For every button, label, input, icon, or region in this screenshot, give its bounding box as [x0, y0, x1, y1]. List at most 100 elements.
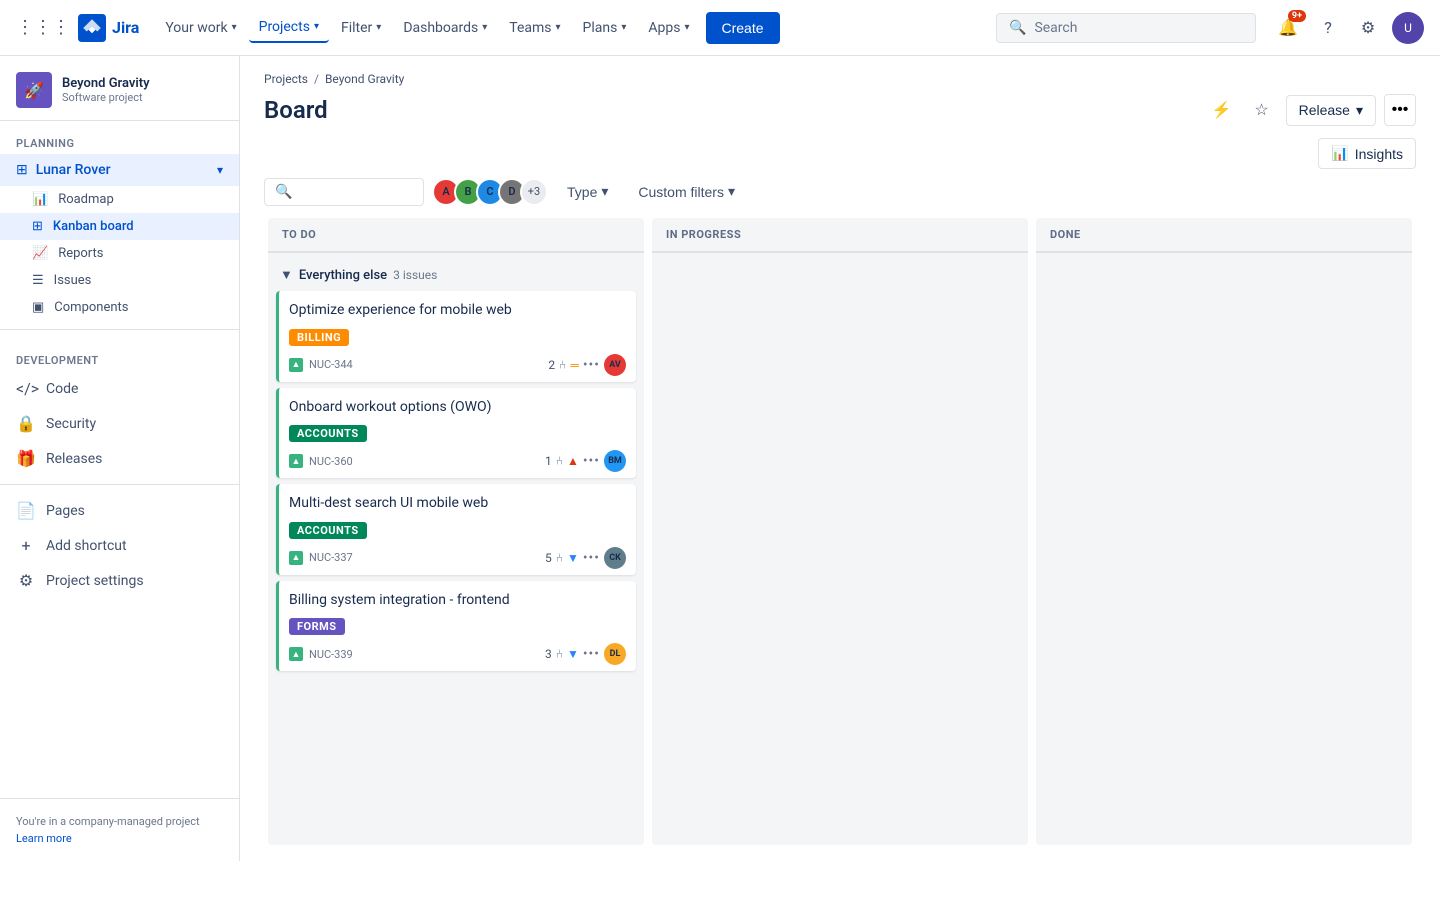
more-options-icon[interactable]: •••: [583, 550, 600, 566]
card-meta: 2 ⑃ ═ ••• AV: [548, 354, 626, 376]
avatar-count[interactable]: +3: [520, 178, 548, 206]
board-card-1[interactable]: Optimize experience for mobile web BILLI…: [276, 291, 636, 382]
issue-icon: ▲: [289, 551, 303, 565]
insights-button[interactable]: 📊 Insights: [1318, 138, 1416, 169]
more-options-button[interactable]: •••: [1384, 94, 1416, 126]
sidebar-item-roadmap[interactable]: 📊 Roadmap: [0, 186, 239, 213]
card-avatar: BM: [604, 450, 626, 472]
done-column-header: DONE: [1036, 218, 1412, 253]
card-id: NUC-344: [309, 358, 353, 371]
search-placeholder: Search: [1034, 20, 1077, 36]
custom-filters-label: Custom filters: [638, 184, 724, 200]
priority-icon: ▼: [567, 647, 579, 661]
help-button[interactable]: ?: [1312, 12, 1344, 44]
release-button[interactable]: Release ▾: [1286, 95, 1376, 126]
project-header: 🚀 Beyond Gravity Software project: [0, 56, 239, 121]
project-name[interactable]: Beyond Gravity: [62, 76, 150, 91]
code-label: Code: [46, 381, 78, 397]
learn-more-link[interactable]: Learn more: [16, 832, 223, 845]
notification-badge: 9+: [1288, 10, 1306, 22]
done-column-body: [1036, 253, 1412, 845]
branch-icon: ⑃: [556, 454, 563, 468]
nav-actions: 🔔 9+ ? ⚙ U: [1272, 12, 1424, 44]
jira-logo[interactable]: Jira: [78, 14, 139, 42]
card-meta: 1 ⑃ ▲ ••• BM: [545, 450, 626, 472]
card-title: Optimize experience for mobile web: [289, 301, 626, 321]
teams-nav[interactable]: Teams ▾: [499, 14, 570, 42]
create-button[interactable]: Create: [706, 12, 780, 44]
reports-icon: 📈: [32, 246, 48, 261]
planning-section-label: PLANNING: [0, 121, 239, 154]
sidebar-item-security[interactable]: 🔒 Security: [0, 406, 239, 441]
more-options-icon[interactable]: •••: [583, 646, 600, 662]
sidebar-project-icon: ⊞: [16, 162, 28, 178]
chevron-down-icon: ▾: [621, 22, 626, 33]
card-label-billing: BILLING: [289, 329, 349, 346]
sidebar-item-add-shortcut[interactable]: + Add shortcut: [0, 528, 239, 563]
type-filter-button[interactable]: Type ▾: [556, 177, 619, 206]
code-icon: </>: [16, 379, 36, 398]
components-icon: ▣: [32, 300, 44, 315]
sidebar-item-project-settings[interactable]: ⚙ Project settings: [0, 563, 239, 598]
your-work-nav[interactable]: Your work ▾: [155, 14, 246, 42]
sidebar-item-pages[interactable]: 📄 Pages: [0, 493, 239, 528]
branch-icon: ⑃: [556, 647, 563, 661]
reports-label: Reports: [58, 246, 103, 261]
main-content: Projects / Beyond Gravity Board ⚡ ☆ Rele…: [240, 56, 1440, 861]
breadcrumb-projects[interactable]: Projects: [264, 72, 308, 86]
notifications-button[interactable]: 🔔 9+: [1272, 12, 1304, 44]
issue-icon: ▲: [289, 454, 303, 468]
add-shortcut-icon: +: [16, 536, 36, 555]
card-label-accounts: ACCOUNTS: [289, 425, 367, 442]
issue-icon: ▲: [289, 647, 303, 661]
sidebar-item-releases[interactable]: 🎁 Releases: [0, 441, 239, 476]
filter-nav[interactable]: Filter ▾: [331, 14, 391, 42]
board-header-actions: ⚡ ☆ Release ▾ •••: [1206, 94, 1416, 126]
more-options-icon[interactable]: •••: [583, 453, 600, 469]
apps-nav[interactable]: Apps ▾: [638, 14, 699, 42]
card-label-accounts: ACCOUNTS: [289, 522, 367, 539]
sidebar-item-reports[interactable]: 📈 Reports: [0, 240, 239, 267]
card-title: Onboard workout options (OWO): [289, 398, 626, 418]
group-name: Everything else: [299, 268, 387, 283]
branch-icon: ⑃: [559, 358, 566, 372]
card-id: NUC-339: [309, 648, 353, 661]
sidebar-item-code[interactable]: </> Code: [0, 371, 239, 406]
star-icon: ☆: [1254, 100, 1268, 120]
board-search-input[interactable]: [298, 184, 413, 199]
todo-column-header: TO DO: [268, 218, 644, 253]
search-bar[interactable]: 🔍 Search: [996, 13, 1256, 43]
dashboards-nav[interactable]: Dashboards ▾: [393, 14, 497, 42]
apps-grid-icon[interactable]: ⋮⋮⋮: [16, 17, 70, 38]
group-chevron-icon[interactable]: ▼: [280, 267, 293, 283]
gear-icon: ⚙: [1361, 18, 1375, 37]
breadcrumb-project[interactable]: Beyond Gravity: [325, 72, 404, 86]
card-meta: 3 ⑃ ▼ ••• DL: [545, 643, 626, 665]
card-footer: ▲ NUC-360 1 ⑃ ▲ ••• BM: [289, 450, 626, 472]
plans-nav[interactable]: Plans ▾: [573, 14, 637, 42]
sidebar-item-issues[interactable]: ☰ Issues: [0, 267, 239, 294]
lightning-button[interactable]: ⚡: [1206, 94, 1238, 126]
board-card-3[interactable]: Multi-dest search UI mobile web ACCOUNTS…: [276, 484, 636, 575]
board-card-4[interactable]: Billing system integration - frontend FO…: [276, 581, 636, 672]
star-button[interactable]: ☆: [1246, 94, 1278, 126]
user-avatar[interactable]: U: [1392, 12, 1424, 44]
more-icon: •••: [1392, 101, 1409, 119]
card-title: Billing system integration - frontend: [289, 591, 626, 611]
sidebar-item-kanban[interactable]: ⊞ Kanban board: [0, 213, 239, 240]
more-options-icon[interactable]: •••: [583, 357, 600, 373]
card-count: 5: [545, 551, 552, 565]
chevron-down-icon: ▾: [601, 183, 608, 200]
top-navigation: ⋮⋮⋮ Jira Your work ▾ Projects ▾ Filter ▾…: [0, 0, 1440, 56]
todo-column: TO DO ▼ Everything else 3 issues Optimiz…: [268, 218, 644, 845]
sidebar-item-components[interactable]: ▣ Components: [0, 294, 239, 321]
card-footer: ▲ NUC-339 3 ⑃ ▼ ••• DL: [289, 643, 626, 665]
board-card-2[interactable]: Onboard workout options (OWO) ACCOUNTS ▲…: [276, 388, 636, 479]
custom-filters-button[interactable]: Custom filters ▾: [627, 177, 746, 206]
sidebar-item-lunar-rover[interactable]: ⊞ Lunar Rover ▾: [0, 154, 239, 186]
projects-nav[interactable]: Projects ▾: [249, 13, 329, 43]
footer-text: You're in a company-managed project: [16, 815, 223, 828]
board-search[interactable]: 🔍: [264, 178, 424, 206]
settings-button[interactable]: ⚙: [1352, 12, 1384, 44]
security-label: Security: [46, 416, 96, 432]
